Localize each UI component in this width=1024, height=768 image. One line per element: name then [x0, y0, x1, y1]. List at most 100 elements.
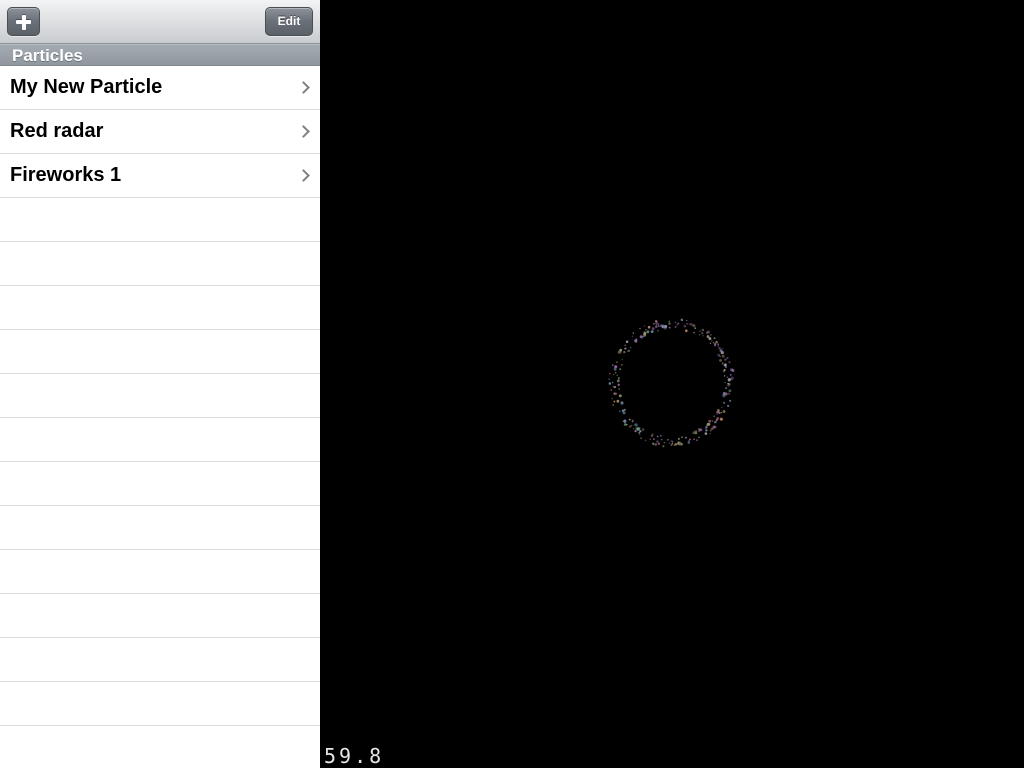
particle-dot	[694, 327, 697, 329]
particle-dot	[724, 358, 727, 361]
particle-dot	[727, 378, 731, 382]
particle-dot	[728, 389, 732, 393]
particle-dot	[651, 327, 655, 331]
particle-dot	[639, 433, 641, 436]
particle-dot	[699, 428, 703, 432]
particle-dot	[618, 388, 620, 390]
empty-row	[0, 594, 320, 638]
particle-dot	[705, 429, 708, 432]
particle-dot	[727, 404, 730, 407]
particle-dot	[672, 441, 674, 443]
particle-dot	[613, 386, 617, 389]
particle-dot	[615, 392, 618, 395]
particle-dot	[613, 400, 616, 403]
particle-dot	[677, 437, 680, 440]
particle-dot	[619, 348, 623, 352]
particle-dot	[634, 339, 638, 343]
particle-dot	[695, 432, 697, 435]
list-item-label: Fireworks 1	[10, 164, 122, 186]
list-item[interactable]: Fireworks 1	[0, 154, 320, 198]
particle-dot	[721, 406, 723, 409]
particle-dot	[668, 322, 671, 325]
particle-dot	[632, 428, 635, 430]
particle-dot	[692, 324, 696, 328]
particle-dot	[724, 392, 728, 396]
particle-dot	[726, 376, 729, 378]
section-title: Particles	[12, 46, 83, 65]
empty-row	[0, 418, 320, 462]
particle-dot	[634, 423, 638, 427]
particle-dot	[628, 418, 631, 421]
particle-dot	[698, 436, 700, 439]
particle-dot	[668, 320, 671, 323]
particle-dot	[707, 330, 710, 334]
particle-dot	[657, 442, 661, 445]
particle-dot	[689, 323, 693, 326]
empty-row	[0, 506, 320, 550]
particle-dot	[647, 325, 651, 329]
particle-dot	[728, 361, 731, 364]
particle-dot	[716, 408, 720, 412]
particle-dot	[624, 347, 626, 350]
particle-dot	[725, 387, 728, 390]
list-item[interactable]: My New Particle	[0, 66, 320, 110]
particle-dot	[657, 325, 660, 327]
particle-dot	[668, 326, 671, 329]
particle-dot	[710, 334, 712, 336]
particle-dot	[643, 325, 646, 327]
particle-dot	[716, 413, 718, 415]
particle-dot	[674, 325, 677, 328]
particle-dot	[649, 438, 651, 440]
particle-dot	[621, 401, 623, 403]
particle-dot	[681, 319, 683, 322]
list-item[interactable]: Red radar	[0, 110, 320, 154]
particle-dot	[681, 436, 683, 439]
particle-dot	[722, 410, 726, 413]
particle-dot	[650, 330, 654, 333]
particle-dot	[624, 344, 626, 347]
particle-dot	[727, 392, 731, 395]
particle-dot	[662, 445, 665, 448]
section-header: Particles	[0, 44, 320, 66]
particle-dot	[717, 343, 720, 346]
fps-counter: 59.8	[324, 744, 385, 768]
particle-dot	[627, 350, 629, 352]
particle-dot	[608, 378, 610, 380]
particle-dot	[629, 346, 632, 349]
particle-dot	[616, 399, 620, 403]
particle-dot	[721, 354, 725, 358]
particle-dot	[664, 326, 667, 330]
particle-dot	[621, 409, 625, 413]
particle-preview-canvas[interactable]: 59.8	[320, 0, 1024, 768]
particles-sidebar: Edit Particles My New Particle Red radar…	[0, 0, 320, 768]
particle-dot	[608, 382, 612, 385]
particle-dot	[711, 340, 713, 342]
particle-dot	[634, 429, 637, 433]
empty-row	[0, 682, 320, 726]
particle-dot	[717, 345, 719, 347]
particle-dot	[709, 342, 712, 344]
particle-dot	[714, 344, 716, 347]
particle-dot	[719, 417, 723, 421]
app-window: Edit Particles My New Particle Red radar…	[0, 0, 1024, 768]
particle-dot	[710, 427, 714, 430]
particle-dot	[705, 426, 708, 429]
particle-dot	[712, 342, 715, 344]
particle-dot	[611, 397, 613, 400]
add-particle-button[interactable]	[7, 7, 40, 36]
edit-button[interactable]: Edit	[265, 7, 313, 36]
particle-dot	[709, 429, 712, 432]
particle-dot	[673, 444, 676, 446]
particle-dot	[611, 364, 614, 366]
particle-dot	[638, 427, 641, 430]
particle-dot	[723, 401, 726, 404]
particle-dot	[639, 327, 641, 330]
chevron-right-icon	[297, 125, 310, 138]
particle-dot	[707, 422, 711, 426]
particle-dot	[653, 438, 655, 440]
particle-dot	[662, 324, 665, 327]
particle-dot	[618, 410, 621, 413]
particle-dot	[692, 431, 696, 435]
particle-dot	[646, 330, 650, 334]
particle-dot	[720, 411, 722, 414]
